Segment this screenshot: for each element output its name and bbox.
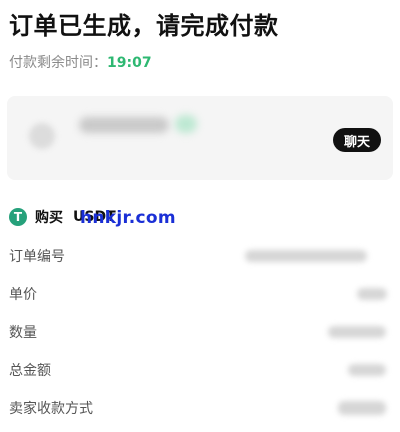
usdt-icon: T	[9, 208, 27, 226]
chat-button[interactable]: 聊天	[333, 128, 381, 152]
payment-method-value-redacted	[338, 401, 386, 415]
merchant-avatar	[29, 123, 55, 149]
merchant-verified-badge	[175, 115, 197, 133]
buy-label: 购买	[35, 210, 63, 226]
unit-price-value-redacted	[357, 288, 387, 300]
page-title: 订单已生成，请完成付款	[9, 12, 279, 40]
unit-price-row: 单价	[0, 284, 400, 306]
countdown-time: 19:07	[107, 55, 152, 71]
total-amount-value-redacted	[348, 364, 386, 376]
total-amount-label: 总金额	[9, 363, 51, 379]
order-number-row: 订单编号	[0, 246, 400, 268]
watermark-text: hnkjr.com	[80, 208, 176, 228]
countdown-label: 付款剩余时间：	[9, 55, 107, 71]
merchant-name-redacted	[79, 117, 169, 133]
order-number-label: 订单编号	[9, 249, 65, 265]
total-amount-row: 总金额	[0, 360, 400, 382]
quantity-label: 数量	[9, 325, 37, 341]
order-number-value-redacted	[245, 250, 367, 262]
payment-countdown: 付款剩余时间：19:07	[9, 52, 152, 72]
payment-method-label: 卖家收款方式	[9, 401, 93, 417]
unit-price-label: 单价	[9, 287, 37, 303]
payment-method-row: 卖家收款方式	[0, 398, 400, 420]
quantity-row: 数量	[0, 322, 400, 344]
quantity-value-redacted	[328, 326, 386, 338]
